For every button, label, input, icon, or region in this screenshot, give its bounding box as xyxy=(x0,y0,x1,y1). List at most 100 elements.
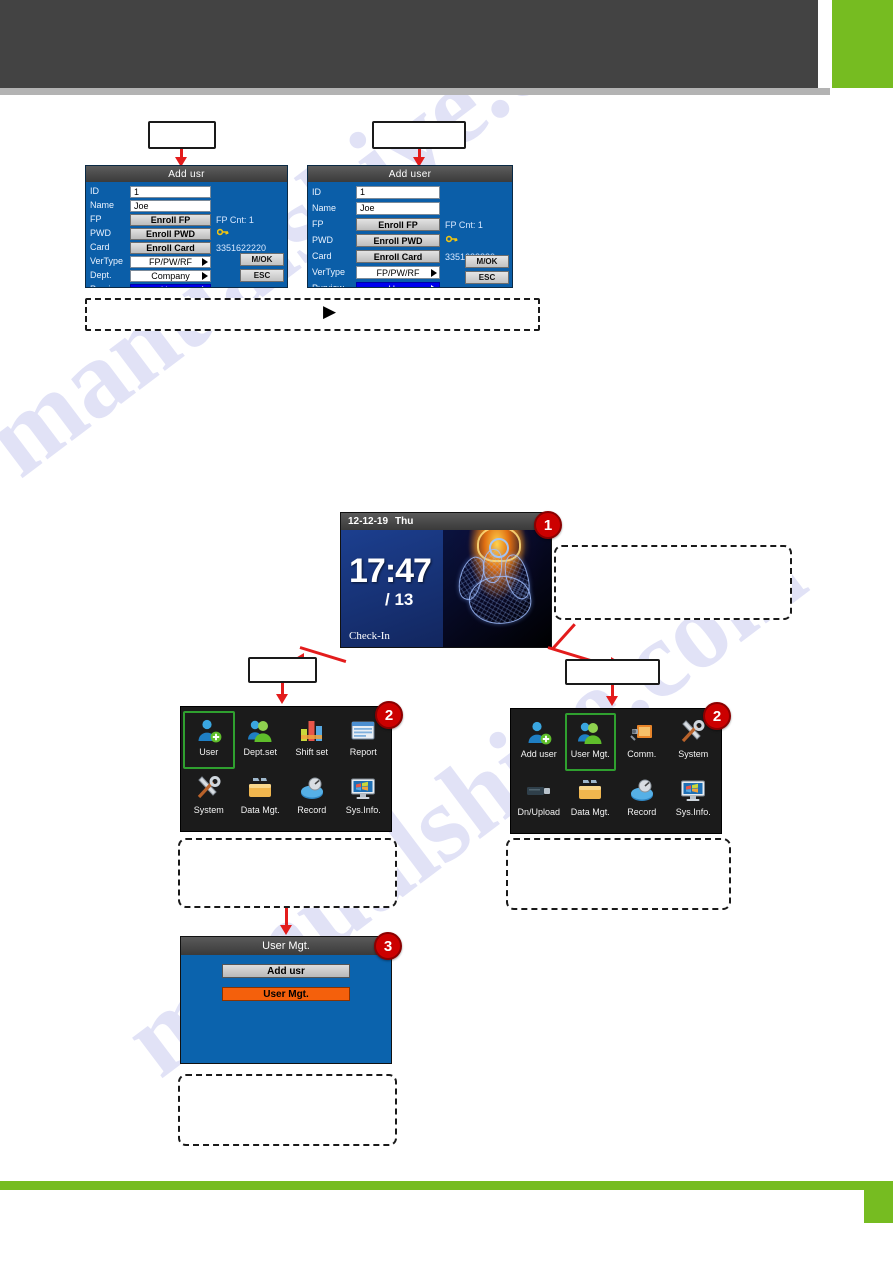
device-status-bar: 12-12-19 Thu xyxy=(341,513,551,530)
main-menu-screen-left[interactable]: User Dept.set Shift set Report System Da… xyxy=(180,706,392,832)
menu-item-user-mgt[interactable]: User Mgt. xyxy=(564,713,616,771)
note-box-under-user-mgt xyxy=(178,1074,397,1146)
purview-select[interactable]: User xyxy=(130,283,211,287)
dialog-row-pwd[interactable]: PWD Enroll PWD xyxy=(312,233,508,248)
menu-item-label: System xyxy=(193,805,224,815)
row-label: Purview xyxy=(312,283,345,288)
dialog-title: Add user xyxy=(308,166,512,182)
key-icon xyxy=(445,235,458,247)
menu-item-sysinfo[interactable]: Sys.Info. xyxy=(338,769,390,827)
menu-item-record[interactable]: Record xyxy=(286,769,338,827)
name-input[interactable]: Joe xyxy=(130,199,211,212)
play-triangle-icon: ▶ xyxy=(323,302,337,321)
id-input[interactable]: 1 xyxy=(356,186,440,199)
mok-button[interactable]: M/OK xyxy=(465,255,509,268)
menu-item-label: Sys.Info. xyxy=(675,807,711,817)
report-icon xyxy=(348,716,378,746)
monitor-icon xyxy=(348,774,378,804)
vertype-select[interactable]: FP/PW/RF xyxy=(356,266,440,279)
enroll-card-button[interactable]: Enroll Card xyxy=(356,250,440,263)
menu-item-label: Record xyxy=(297,805,327,815)
device-main-area: 17:47 / 13 Check-In xyxy=(341,530,551,647)
dept-select[interactable]: Company xyxy=(130,269,211,282)
menu-item-dn-upload[interactable]: Dn/Upload xyxy=(513,771,565,829)
note-box-device-side xyxy=(554,545,792,620)
name-input[interactable]: Joe xyxy=(356,202,440,215)
mok-button[interactable]: M/OK xyxy=(240,253,284,266)
tools-icon xyxy=(194,774,224,804)
dialog-row-name[interactable]: Name Joe xyxy=(90,199,283,212)
menu-item-label: System xyxy=(678,749,709,759)
dialog-row-fp[interactable]: FP Enroll FP FP Cnt: 1 xyxy=(90,213,283,226)
device-clock-panel: 17:47 / 13 Check-In xyxy=(341,530,444,647)
menu-item-label: Dn/Upload xyxy=(517,807,561,817)
user-mgt-title: User Mgt. xyxy=(181,937,391,955)
menu-item-label: User xyxy=(199,747,219,757)
menu-item-label: User Mgt. xyxy=(570,749,610,759)
dept-value: Company xyxy=(151,270,190,281)
connector-line xyxy=(550,623,576,651)
add-user-dialog-right[interactable]: Add user ID 1 Name Joe FP Enroll FP FP C… xyxy=(307,165,513,288)
device-seconds: / 13 xyxy=(385,590,414,609)
device-standby-screen[interactable]: 12-12-19 Thu 17:47 / 13 Check-In xyxy=(340,512,552,648)
enroll-pwd-button[interactable]: Enroll PWD xyxy=(356,234,440,247)
folder-icon xyxy=(245,774,275,804)
footer-accent-block xyxy=(864,1190,893,1223)
esc-button[interactable]: ESC xyxy=(240,269,284,282)
user-mgt-screen[interactable]: User Mgt. Add usr User Mgt. xyxy=(180,936,392,1064)
menu-item-user[interactable]: User xyxy=(183,711,235,769)
menu-item-sysinfo[interactable]: Sys.Info. xyxy=(668,771,720,829)
menu-item-label: Report xyxy=(349,747,377,757)
user-mgt-button[interactable]: User Mgt. xyxy=(222,987,350,1001)
arrow-head-down-icon xyxy=(606,696,618,706)
vertype-select[interactable]: FP/PW/RF xyxy=(130,255,211,268)
step-badge-2-left: 2 xyxy=(375,701,403,729)
menu-item-label: Record xyxy=(627,807,657,817)
add-usr-dialog-left[interactable]: Add usr ID 1 Name Joe FP Enroll FP FP Cn… xyxy=(85,165,288,288)
menu-item-label: Dept.set xyxy=(243,747,278,757)
menu-item-label: Sys.Info. xyxy=(345,805,381,815)
device-checkin-status: Check-In xyxy=(349,630,390,642)
enroll-card-button[interactable]: Enroll Card xyxy=(130,241,211,254)
row-label: Dept. xyxy=(90,270,112,280)
page-header-shadow xyxy=(0,88,830,95)
dialog-row-id[interactable]: ID 1 xyxy=(312,185,508,200)
menu-item-record[interactable]: Record xyxy=(616,771,668,829)
chart-icon xyxy=(297,716,327,746)
group-icon xyxy=(245,716,275,746)
enroll-pwd-button[interactable]: Enroll PWD xyxy=(130,227,211,240)
menu-item-datamgt[interactable]: Data Mgt. xyxy=(235,769,287,827)
enroll-fp-button[interactable]: Enroll FP xyxy=(130,213,211,226)
dialog-row-pwd[interactable]: PWD Enroll PWD xyxy=(90,227,283,240)
vertype-value: FP/PW/RF xyxy=(149,256,192,267)
dialog-row-id[interactable]: ID 1 xyxy=(90,185,283,198)
menu-item-label: Add user xyxy=(520,749,557,759)
menu-item-deptset[interactable]: Dept.set xyxy=(235,711,287,769)
row-label: PWD xyxy=(312,235,333,245)
menu-item-system[interactable]: System xyxy=(183,769,235,827)
enroll-fp-button[interactable]: Enroll FP xyxy=(356,218,440,231)
callout-top-left xyxy=(148,121,216,149)
step-badge-1: 1 xyxy=(534,511,562,539)
callout-top-right xyxy=(372,121,466,149)
chevron-right-icon xyxy=(431,284,437,287)
row-label: ID xyxy=(90,186,99,196)
purview-value: User xyxy=(388,284,407,288)
chevron-right-icon xyxy=(202,257,208,266)
purview-select[interactable]: User xyxy=(356,282,440,288)
card-number-label: 3351622220 xyxy=(216,242,267,253)
menu-item-comm[interactable]: Comm. xyxy=(616,713,668,771)
dialog-row-name[interactable]: Name Joe xyxy=(312,201,508,216)
main-menu-screen-right[interactable]: Add user User Mgt. Comm. System Dn/Uploa… xyxy=(510,708,722,834)
esc-button[interactable]: ESC xyxy=(465,271,509,284)
menu-item-datamgt[interactable]: Data Mgt. xyxy=(565,771,617,829)
add-usr-button[interactable]: Add usr xyxy=(222,964,350,978)
row-label: Card xyxy=(90,242,110,252)
dialog-row-fp[interactable]: FP Enroll FP FP Cnt: 1 xyxy=(312,217,508,232)
menu-item-label: Comm. xyxy=(627,749,657,759)
menu-item-shiftset[interactable]: Shift set xyxy=(286,711,338,769)
menu-item-add-user[interactable]: Add user xyxy=(513,713,565,771)
id-input[interactable]: 1 xyxy=(130,185,211,198)
fp-count-label: FP Cnt: 1 xyxy=(216,214,254,225)
row-label: FP xyxy=(312,219,324,229)
